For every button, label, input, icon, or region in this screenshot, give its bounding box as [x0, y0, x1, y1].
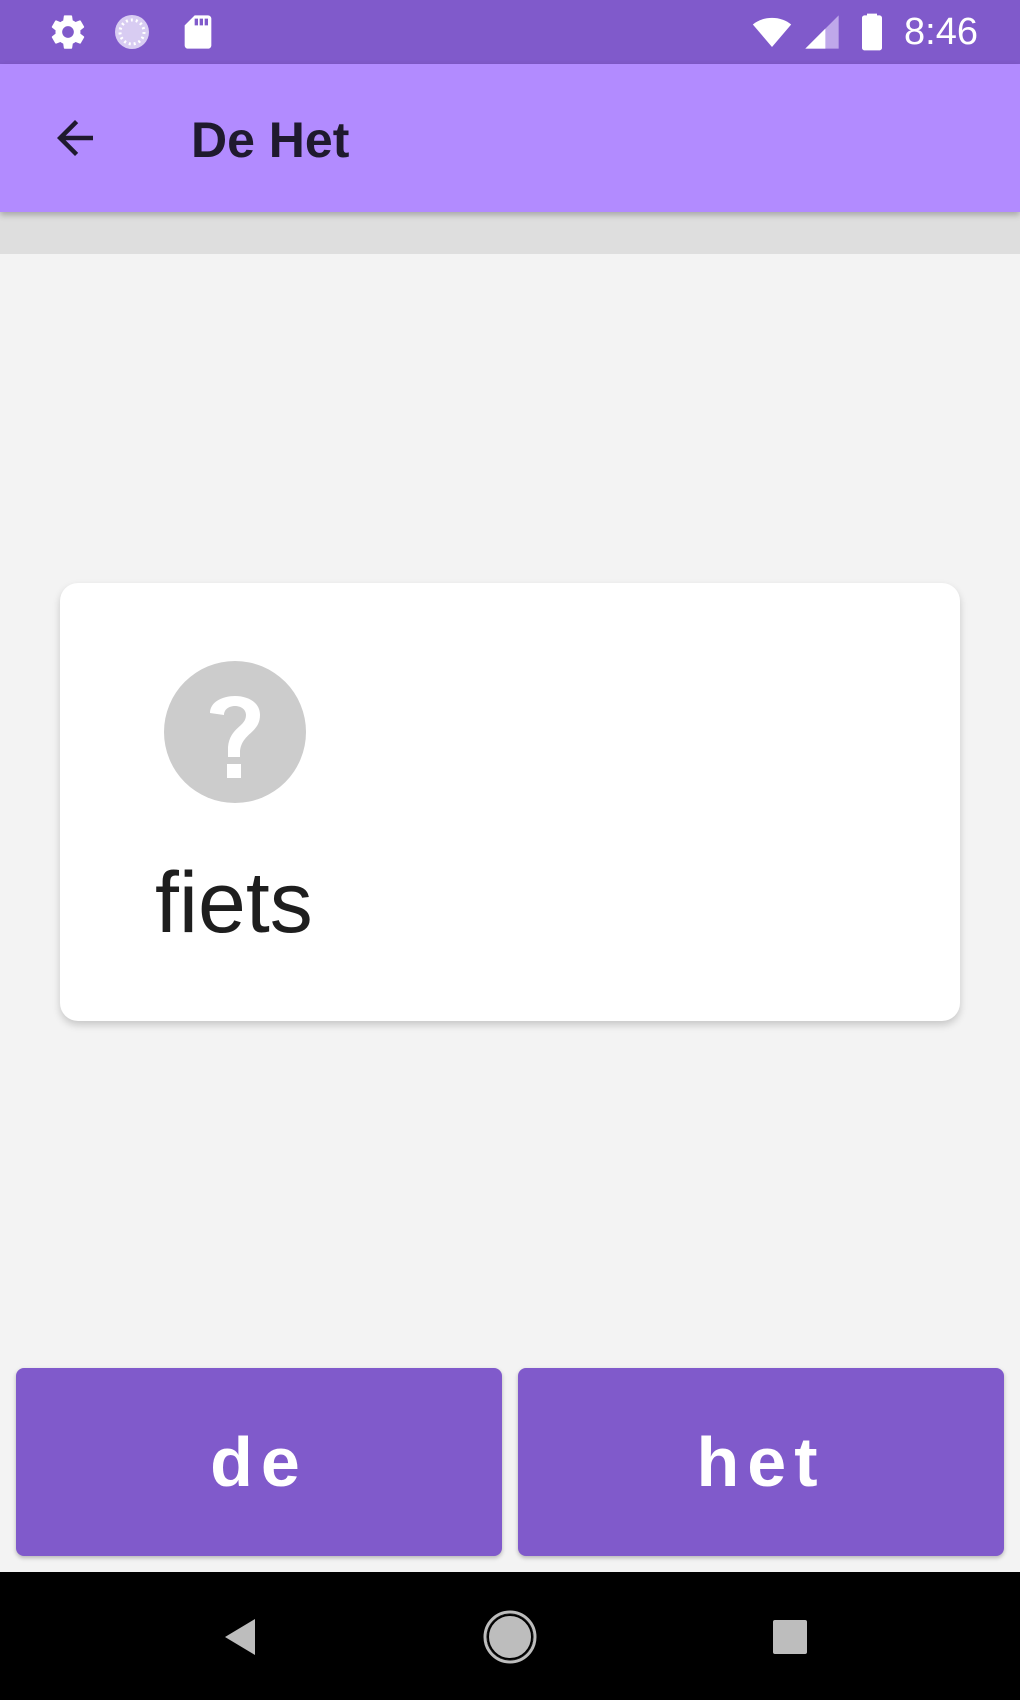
- word-card: fiets: [60, 583, 960, 1021]
- status-time: 8:46: [904, 11, 978, 53]
- word-text: fiets: [155, 855, 313, 951]
- het-button[interactable]: het: [518, 1368, 1004, 1556]
- arrow-back-icon: [57, 120, 93, 156]
- app-bar: De Het: [0, 64, 1020, 212]
- signal-icon: [805, 15, 839, 49]
- sd-card-icon: [184, 15, 212, 49]
- back-button[interactable]: [40, 106, 110, 170]
- navigation-bar: [0, 1572, 1020, 1700]
- sub-toolbar-strip: [0, 212, 1020, 254]
- help-circle-icon: [164, 661, 306, 803]
- battery-icon: [862, 13, 882, 51]
- recents-square-icon[interactable]: [755, 1602, 825, 1672]
- page-title: De Het: [191, 112, 350, 168]
- de-button[interactable]: de: [16, 1368, 502, 1556]
- back-triangle-icon[interactable]: [207, 1602, 277, 1672]
- status-bar: 8:46: [0, 0, 1020, 64]
- wifi-icon: [752, 17, 792, 47]
- sync-icon: [115, 15, 149, 49]
- settings-icon: [51, 15, 85, 49]
- home-circle-icon[interactable]: [475, 1602, 545, 1672]
